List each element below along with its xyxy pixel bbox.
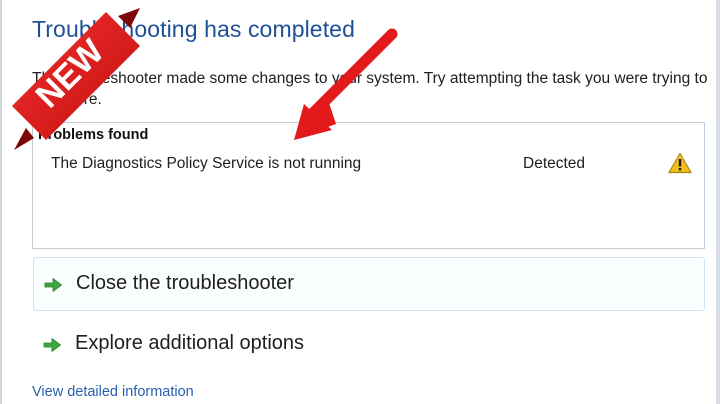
red-pointer-arrow: [294, 28, 398, 140]
close-troubleshooter-button[interactable]: Close the troubleshooter: [33, 257, 705, 311]
view-details-link[interactable]: View detailed information: [32, 384, 194, 400]
explore-options-button[interactable]: Explore additional options: [33, 318, 705, 372]
new-ribbon-badge: NEW: [12, 8, 140, 150]
warning-icon: [668, 152, 692, 174]
green-arrow-icon: [43, 337, 62, 353]
explore-options-label: Explore additional options: [75, 332, 305, 354]
green-arrow-icon: [44, 277, 63, 293]
problem-status: Detected: [523, 155, 586, 172]
close-troubleshooter-label: Close the troubleshooter: [76, 272, 294, 294]
